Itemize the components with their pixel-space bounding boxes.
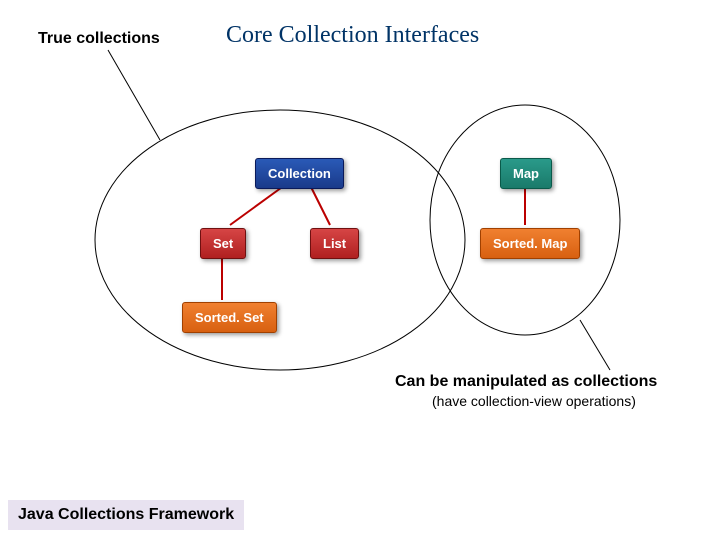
footer-label: Java Collections Framework [8, 500, 244, 530]
ellipse-right [430, 105, 620, 335]
ellipse-left [95, 110, 465, 370]
edge-collection-set [230, 185, 285, 225]
callout-line-left [108, 50, 160, 140]
node-sortedmap: Sorted. Map [480, 228, 580, 259]
edge-collection-list [310, 185, 330, 225]
node-sortedset: Sorted. Set [182, 302, 277, 333]
callout-line-right [580, 320, 610, 370]
label-collection-view-operations: (have collection-view operations) [432, 393, 636, 409]
label-true-collections: True collections [38, 30, 160, 48]
node-map: Map [500, 158, 552, 189]
page-title: Core Collection Interfaces [226, 22, 479, 49]
diagram-connectors [0, 0, 720, 540]
node-list: List [310, 228, 359, 259]
node-collection: Collection [255, 158, 344, 189]
node-set: Set [200, 228, 246, 259]
label-manipulated-as-collections: Can be manipulated as collections [395, 373, 657, 391]
